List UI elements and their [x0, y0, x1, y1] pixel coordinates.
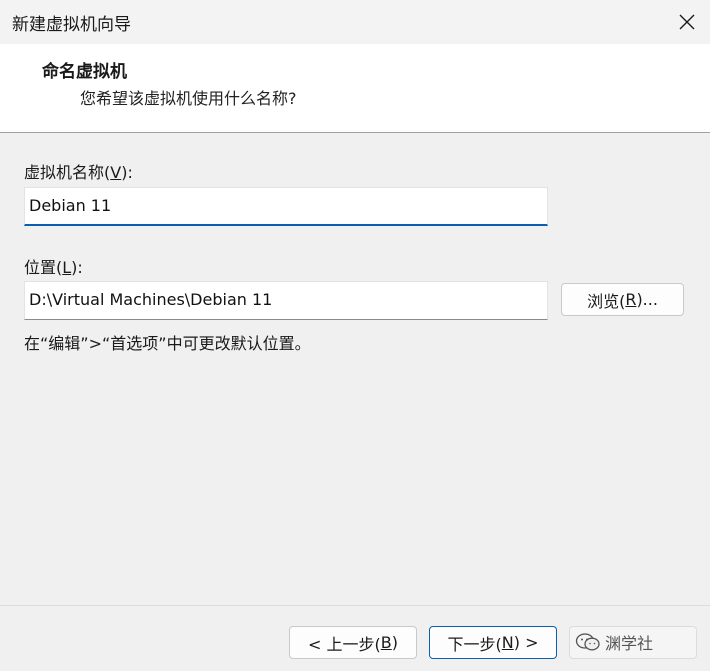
vm-name-label: 虚拟机名称(V):	[24, 163, 133, 182]
vm-name-input[interactable]	[25, 188, 547, 224]
vm-name-field[interactable]	[24, 187, 548, 226]
window-title: 新建虚拟机向导	[12, 15, 131, 35]
watermark: 渊学社	[575, 630, 653, 654]
location-hint: 在“编辑”>“首选项”中可更改默认位置。	[24, 334, 311, 353]
title-bar: 新建虚拟机向导	[0, 0, 710, 44]
wechat-logo-icon	[575, 633, 600, 651]
close-icon	[679, 14, 695, 30]
page-heading: 命名虚拟机	[42, 62, 127, 82]
next-button[interactable]: 下一步(N) >	[429, 626, 557, 659]
wizard-header: 命名虚拟机 您希望该虚拟机使用什么名称?	[0, 44, 710, 133]
back-button[interactable]: < 上一步(B)	[289, 626, 417, 659]
location-label: 位置(L):	[24, 258, 83, 277]
close-button[interactable]	[664, 0, 710, 44]
browse-button[interactable]: 浏览(R)...	[561, 283, 684, 316]
location-field[interactable]	[24, 281, 548, 320]
location-input[interactable]	[25, 282, 547, 319]
page-subheading: 您希望该虚拟机使用什么名称?	[80, 89, 297, 108]
watermark-text: 渊学社	[605, 634, 654, 653]
